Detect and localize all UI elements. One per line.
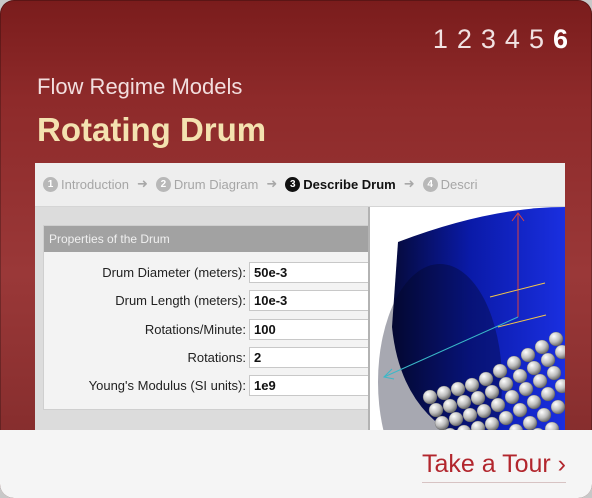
page-2-link[interactable]: 2 <box>457 22 472 56</box>
properties-header: Properties of the Drum <box>44 226 369 252</box>
feature-card: 1 2 3 4 5 6 Flow Regime Models Rotating … <box>0 0 592 498</box>
card-subtitle: Flow Regime Models <box>37 74 243 99</box>
card-title: Rotating Drum <box>37 111 267 148</box>
rotations-field[interactable]: 2 <box>249 347 369 368</box>
drum-diameter-field[interactable]: 50e-3 <box>249 262 369 283</box>
property-label: Drum Diameter (meters): <box>102 265 246 280</box>
property-label: Rotations/Minute: <box>144 322 246 337</box>
drum-diagram-icon <box>378 207 565 438</box>
property-row-rotations: Rotations: 2 <box>44 345 369 371</box>
wizard-step-drum-diagram: 2 Drum Diagram <box>155 177 259 192</box>
property-label: Young's Modulus (SI units): <box>88 378 246 393</box>
page-6-link[interactable]: 6 <box>553 22 568 56</box>
step-number-badge: 3 <box>285 177 301 192</box>
property-row-drum-diameter: Drum Diameter (meters): 50e-3 <box>44 260 369 286</box>
youngs-modulus-field[interactable]: 1e9 <box>249 375 369 396</box>
drum-properties-panel: Properties of the Drum Drum Diameter (me… <box>43 225 370 410</box>
wizard-step-describe-drum: 3 Describe Drum <box>285 177 396 192</box>
property-label: Drum Length (meters): <box>115 293 246 308</box>
property-row-rotations-per-minute: Rotations/Minute: 100 <box>44 317 369 343</box>
page-selector: 1 2 3 4 5 6 <box>433 22 568 56</box>
wizard-steps: 1 Introduction ➜ 2 Drum Diagram ➜ 3 Desc… <box>35 163 565 207</box>
wizard-step-introduction: 1 Introduction <box>43 177 129 192</box>
wizard-step-next: 4 Descri <box>422 177 478 192</box>
arrow-right-icon: ➜ <box>136 177 148 192</box>
property-row-drum-length: Drum Length (meters): 10e-3 <box>44 288 369 314</box>
page-5-link[interactable]: 5 <box>529 22 544 56</box>
step-number-badge: 4 <box>422 177 438 192</box>
step-label: Drum Diagram <box>173 177 259 192</box>
take-a-tour-link[interactable]: Take a Tour › <box>421 450 566 483</box>
step-label: Descri <box>440 177 478 192</box>
drum-3d-view <box>370 207 565 438</box>
app-screenshot: 1 Introduction ➜ 2 Drum Diagram ➜ 3 Desc… <box>35 163 565 438</box>
properties-pane: Properties of the Drum Drum Diameter (me… <box>35 207 370 438</box>
drum-length-field[interactable]: 10e-3 <box>249 290 369 311</box>
step-number-badge: 2 <box>155 177 171 192</box>
property-row-youngs-modulus: Young's Modulus (SI units): 1e9 <box>44 373 369 399</box>
property-label: Rotations: <box>187 350 246 365</box>
page-1-link[interactable]: 1 <box>433 22 448 56</box>
step-label: Introduction <box>61 177 129 192</box>
arrow-right-icon: ➜ <box>266 177 278 192</box>
page-3-link[interactable]: 3 <box>481 22 496 56</box>
page-4-link[interactable]: 4 <box>505 22 520 56</box>
rotations-per-minute-field[interactable]: 100 <box>249 319 369 340</box>
arrow-right-icon: ➜ <box>403 177 415 192</box>
step-number-badge: 1 <box>43 177 58 192</box>
step-label: Describe Drum <box>303 177 396 192</box>
